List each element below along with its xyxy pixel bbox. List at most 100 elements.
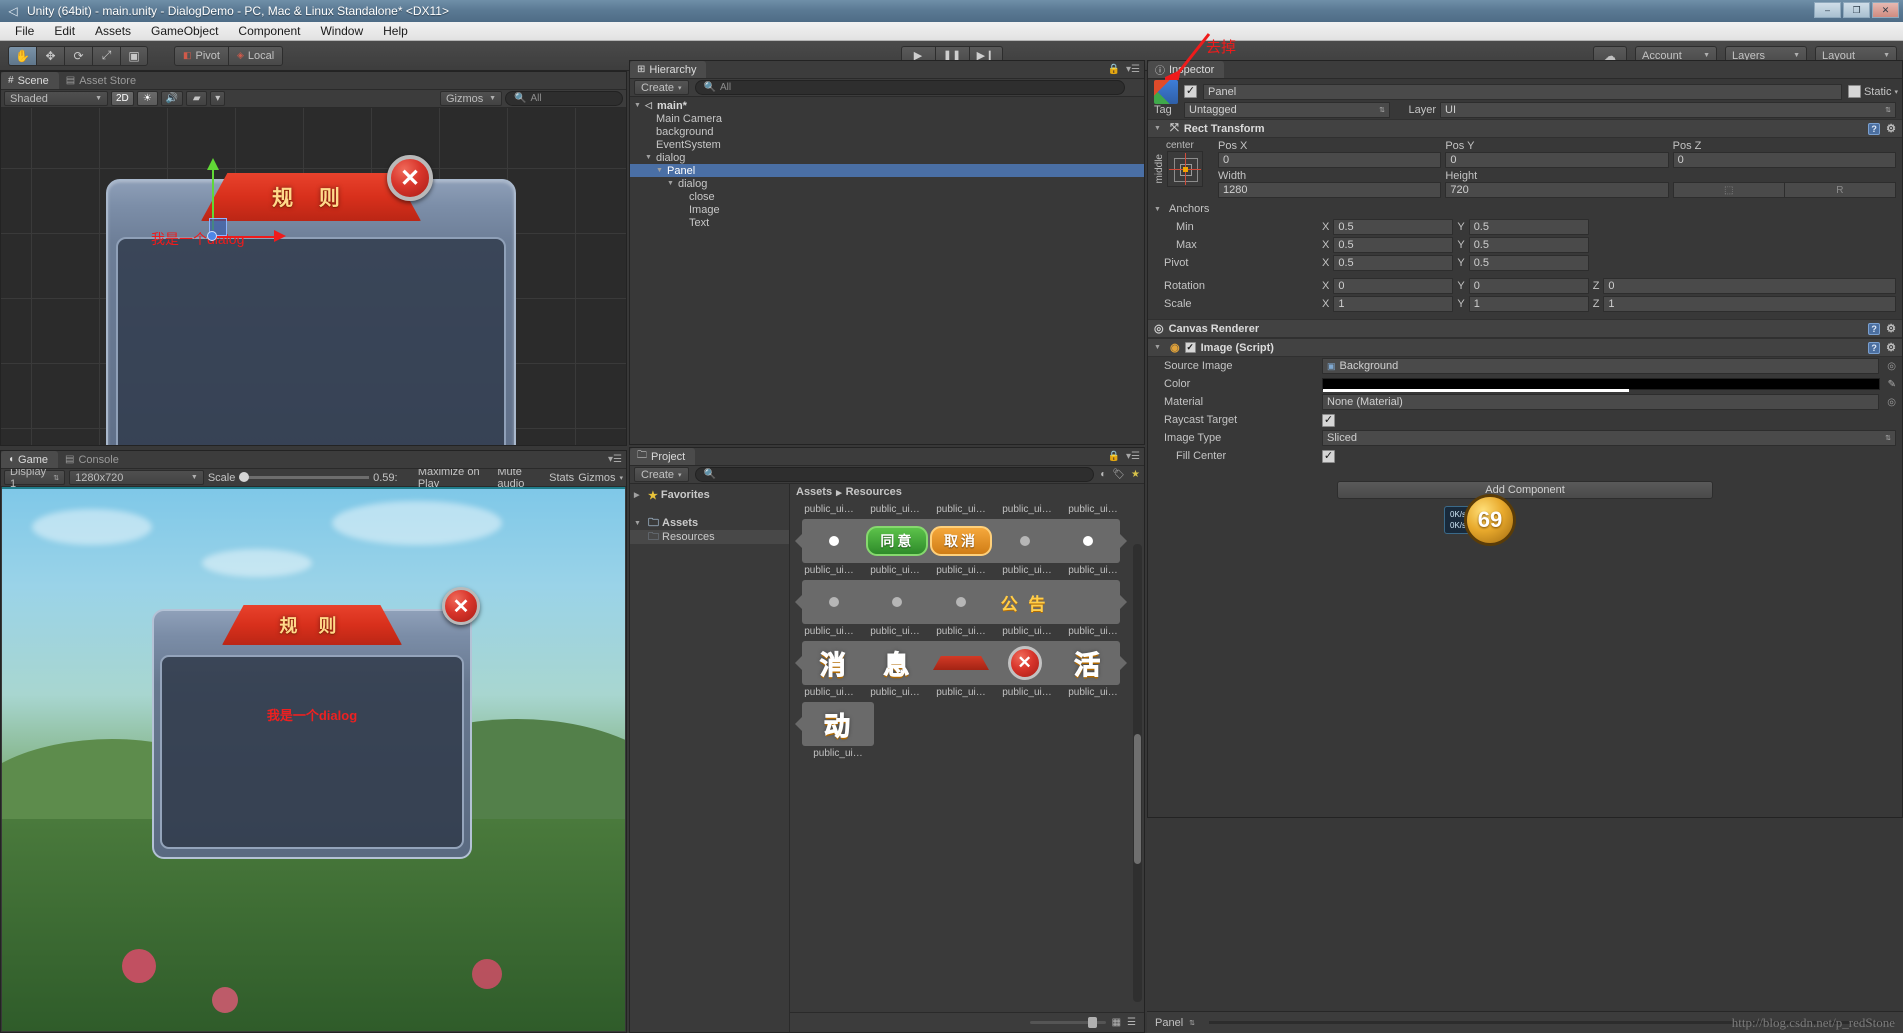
project-menu-icon[interactable]: ▾☰ bbox=[1126, 451, 1140, 462]
scale-x-field[interactable]: 1 bbox=[1333, 296, 1453, 312]
lighting-icon[interactable]: ☀ bbox=[137, 91, 158, 106]
close-button[interactable]: ✕ bbox=[1872, 2, 1899, 18]
asset-sprite-sheet-row[interactable]: 动 bbox=[802, 702, 874, 746]
hierarchy-item-main-camera[interactable]: Main Camera bbox=[630, 112, 1144, 125]
hierarchy-item-main-[interactable]: ▼◁main* bbox=[630, 99, 1144, 112]
image-script-header[interactable]: ▼ ◉ ✓ Image (Script) ? ⚙ bbox=[1148, 338, 1902, 357]
asset-grid[interactable]: public_ui…public_ui…public_ui…public_ui…… bbox=[790, 502, 1132, 1006]
pivot-y-field[interactable]: 0.5 bbox=[1469, 255, 1589, 271]
breadcrumb-resources[interactable]: Resources bbox=[846, 486, 902, 498]
asset-thumbnail[interactable] bbox=[929, 656, 993, 670]
rect-tool-icon[interactable]: ▣ bbox=[120, 46, 148, 66]
static-checkbox[interactable] bbox=[1848, 85, 1861, 98]
effects-dropdown-icon[interactable]: ▾ bbox=[210, 91, 225, 106]
tab-inspector[interactable]: ⓘ Inspector bbox=[1148, 61, 1224, 78]
asset-thumbnail[interactable]: 息 bbox=[866, 645, 930, 682]
breadcrumb-assets[interactable]: Assets bbox=[796, 486, 832, 498]
asset-thumbnail[interactable]: 公 告 bbox=[993, 590, 1057, 615]
scale-tool-icon[interactable]: ⤢ bbox=[92, 46, 120, 66]
audio-icon[interactable]: 🔊 bbox=[161, 91, 183, 106]
scene-dialog-object[interactable]: 规 则 bbox=[106, 179, 516, 445]
minimize-button[interactable]: – bbox=[1814, 2, 1841, 18]
scene-canvas[interactable]: 规 则 ✕ 我是一个dialog bbox=[1, 108, 626, 445]
hierarchy-search-input[interactable]: 🔍 All bbox=[695, 80, 1125, 95]
asset-thumbnail[interactable] bbox=[866, 597, 930, 607]
asset-zoom-slider[interactable] bbox=[1030, 1021, 1106, 1024]
hierarchy-item-close[interactable]: close bbox=[630, 190, 1144, 203]
lock-icon[interactable]: 🔒 bbox=[1108, 64, 1120, 75]
gizmo-x-axis[interactable] bbox=[216, 236, 274, 238]
raw-edit-toggle[interactable]: R bbox=[1785, 182, 1896, 198]
pivot-x-field[interactable]: 0.5 bbox=[1333, 255, 1453, 271]
help-icon[interactable]: ? bbox=[1868, 123, 1880, 135]
rotation-z-field[interactable]: 0 bbox=[1603, 278, 1896, 294]
anchor-min-y-field[interactable]: 0.5 bbox=[1469, 219, 1589, 235]
menu-item-assets[interactable]: Assets bbox=[86, 22, 140, 40]
object-picker-icon[interactable]: ◎ bbox=[1887, 397, 1896, 408]
chevron-down-icon[interactable]: ▼ bbox=[656, 167, 667, 174]
asset-thumbnail[interactable]: 动 bbox=[802, 706, 874, 743]
tab-project[interactable]: 🗀 Project bbox=[630, 448, 695, 465]
shading-mode-dropdown[interactable]: Shaded ▼ bbox=[4, 91, 108, 106]
chevron-down-icon[interactable]: ▼ bbox=[634, 102, 645, 109]
pos-z-field[interactable]: 0 bbox=[1673, 152, 1896, 168]
chevron-down-icon[interactable]: ▼ bbox=[667, 180, 678, 187]
asset-zoom-knob[interactable] bbox=[1088, 1017, 1097, 1028]
chevron-down-icon[interactable]: ▼ bbox=[1154, 125, 1165, 132]
tab-hierarchy[interactable]: ⊞ Hierarchy bbox=[630, 61, 706, 78]
game-panel-menu-icon[interactable]: ▾☰ bbox=[608, 454, 622, 465]
asset-thumbnail[interactable]: ✕ bbox=[993, 646, 1057, 680]
menu-item-help[interactable]: Help bbox=[374, 22, 417, 40]
menu-item-window[interactable]: Window bbox=[311, 22, 372, 40]
hierarchy-item-dialog[interactable]: ▼dialog bbox=[630, 151, 1144, 164]
asset-thumbnail[interactable] bbox=[929, 597, 993, 607]
anchor-max-x-field[interactable]: 0.5 bbox=[1333, 237, 1453, 253]
asset-thumbnail[interactable] bbox=[993, 536, 1057, 546]
fill-center-checkbox[interactable]: ✓ bbox=[1322, 450, 1335, 463]
material-field[interactable]: None (Material) bbox=[1322, 394, 1879, 410]
effects-icon[interactable]: ▰ bbox=[186, 91, 207, 106]
maximize-button[interactable]: ❐ bbox=[1843, 2, 1870, 18]
chevron-down-icon[interactable]: ▼ bbox=[1154, 344, 1165, 351]
window-controls[interactable]: – ❐ ✕ bbox=[1814, 2, 1899, 18]
tab-scene[interactable]: # Scene bbox=[1, 72, 59, 89]
project-favorites-row[interactable]: ▶ ★ Favorites bbox=[630, 488, 789, 502]
gizmo-center-handle[interactable] bbox=[207, 231, 217, 241]
rect-transform-header[interactable]: ▼ ⤧ Rect Transform ? ⚙ bbox=[1148, 119, 1902, 138]
project-scrollbar[interactable] bbox=[1133, 544, 1142, 1002]
eyedropper-icon[interactable]: ✎ bbox=[1888, 379, 1896, 390]
rotation-x-field[interactable]: 0 bbox=[1333, 278, 1453, 294]
scene-search-input[interactable]: 🔍 All bbox=[505, 91, 623, 106]
image-enabled-checkbox[interactable]: ✓ bbox=[1185, 342, 1196, 353]
pos-x-field[interactable]: 0 bbox=[1218, 152, 1441, 168]
hand-tool-icon[interactable]: ✋ bbox=[8, 46, 36, 66]
layer-dropdown[interactable]: UI ⇅ bbox=[1440, 102, 1896, 118]
scale-slider[interactable] bbox=[239, 476, 369, 479]
lock-icon[interactable]: 🔒 bbox=[1108, 451, 1120, 462]
scale-y-field[interactable]: 1 bbox=[1469, 296, 1589, 312]
gear-icon[interactable]: ⚙ bbox=[1886, 341, 1896, 354]
tag-dropdown[interactable]: Untagged ⇅ bbox=[1184, 102, 1390, 118]
anchor-preset-widget[interactable] bbox=[1167, 151, 1203, 187]
help-icon[interactable]: ? bbox=[1868, 342, 1880, 354]
game-canvas[interactable]: 规 则 我是一个dialog ✕ bbox=[2, 487, 625, 1031]
hierarchy-panel-options[interactable]: 🔒 ▾☰ bbox=[1108, 64, 1140, 75]
object-picker-icon[interactable]: ◎ bbox=[1887, 361, 1896, 372]
favorite-star-icon[interactable]: ★ bbox=[1131, 469, 1140, 480]
hierarchy-item-text[interactable]: Text bbox=[630, 216, 1144, 229]
grid-view-icon[interactable]: ▦ bbox=[1112, 1017, 1121, 1028]
space-toggle[interactable]: ◈ Local bbox=[228, 46, 283, 66]
gear-icon[interactable]: ⚙ bbox=[1886, 122, 1896, 135]
asset-thumbnail[interactable] bbox=[802, 536, 866, 546]
maximize-on-play-toggle[interactable]: Maximize on Play bbox=[418, 466, 494, 490]
stats-toggle[interactable]: Stats bbox=[549, 472, 574, 484]
game-dialog-close-icon[interactable]: ✕ bbox=[442, 587, 480, 625]
anchors-header-row[interactable]: ▼ Anchors bbox=[1148, 200, 1902, 218]
hierarchy-item-panel[interactable]: ▼Panel bbox=[630, 164, 1144, 177]
hierarchy-item-eventsystem[interactable]: EventSystem bbox=[630, 138, 1144, 151]
project-search-input[interactable]: 🔍 bbox=[695, 467, 1095, 482]
tab-asset-store[interactable]: ▤ Asset Store bbox=[59, 72, 146, 89]
hierarchy-item-dialog[interactable]: ▼dialog bbox=[630, 177, 1144, 190]
project-create-button[interactable]: Create ▾ bbox=[634, 467, 689, 482]
hierarchy-menu-icon[interactable]: ▾☰ bbox=[1126, 64, 1140, 75]
